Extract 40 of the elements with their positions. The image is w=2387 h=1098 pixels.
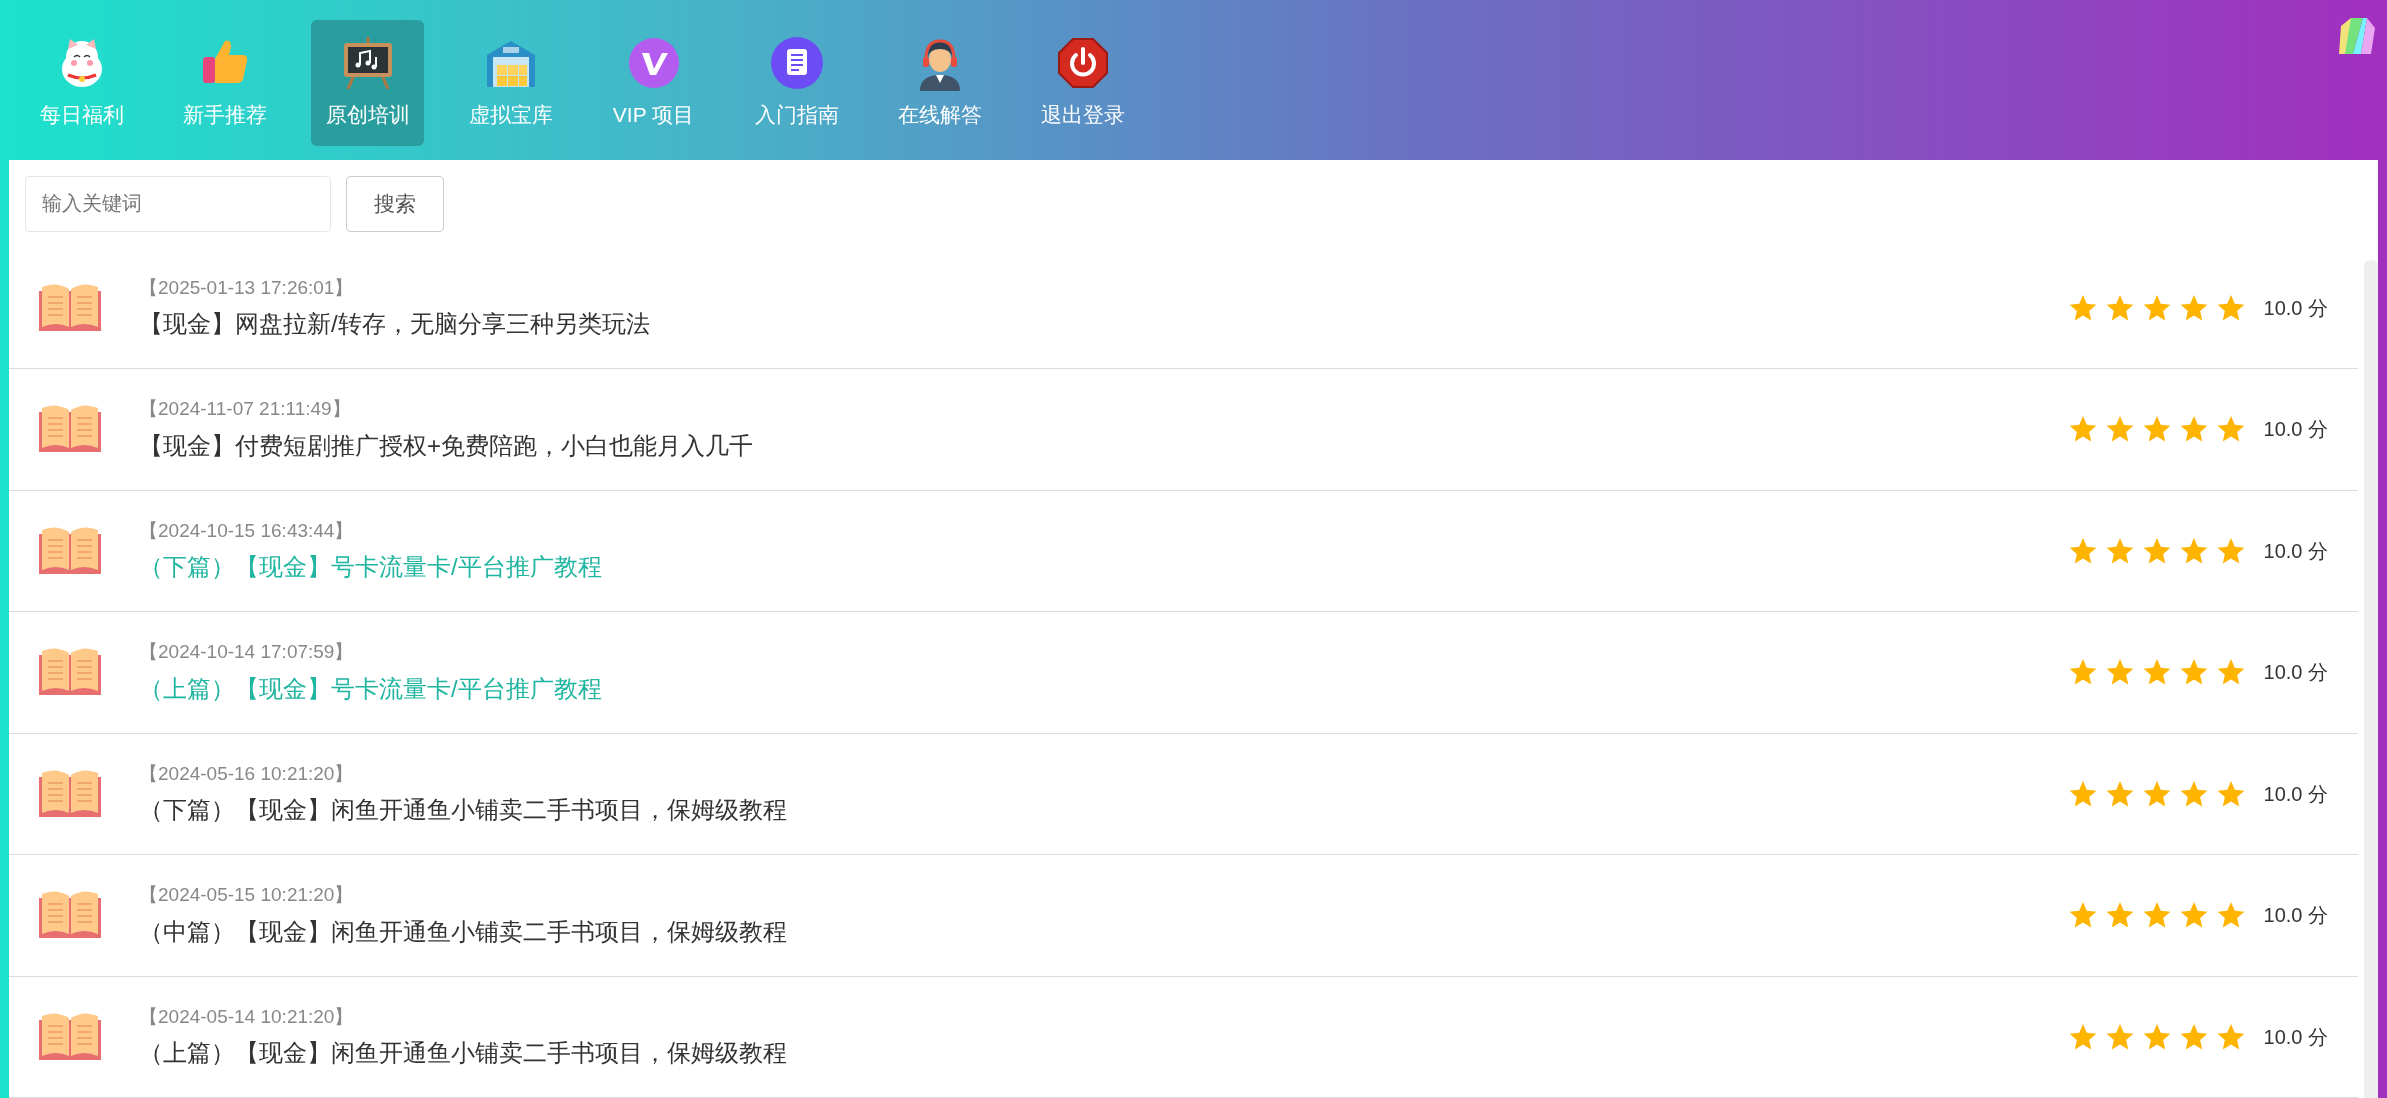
- open-book-icon: [39, 647, 101, 698]
- search-field[interactable]: 输入关键词: [25, 175, 331, 232]
- nav-item[interactable]: 在线解答: [883, 19, 996, 146]
- score-text: 10.0 分: [2263, 903, 2328, 929]
- nav-item[interactable]: VIP 项目: [597, 19, 710, 146]
- open-book-icon: [39, 1011, 101, 1062]
- article-date: 【2025-01-13 17:26:01】: [139, 275, 354, 300]
- article-date: 【2024-05-15 10:21:20】: [139, 883, 354, 907]
- nav-item[interactable]: 虚拟宝库: [454, 19, 567, 146]
- document-icon: [768, 35, 825, 91]
- score-text: 10.0 分: [2263, 660, 2328, 686]
- nav-item[interactable]: 入门指南: [740, 19, 853, 146]
- score-text: 10.0 分: [2263, 1024, 2328, 1050]
- article-title-link[interactable]: 【现金】付费短剧推广授权+免费陪跑，小白也能月入几千: [139, 427, 753, 464]
- open-book-icon: [39, 282, 101, 333]
- score-text: 10.0 分: [2263, 538, 2328, 564]
- score-text: 10.0 分: [2263, 417, 2328, 443]
- score-text: 10.0 分: [2263, 295, 2328, 321]
- search-button[interactable]: 搜索: [346, 175, 444, 232]
- article-title-link[interactable]: （上篇）【现金】闲鱼开通鱼小铺卖二手书项目，保姆级教程: [139, 1035, 787, 1071]
- open-book-icon: [39, 768, 101, 819]
- article-date: 【2024-05-14 10:21:20】: [139, 1004, 354, 1029]
- article-date: 【2024-10-14 17:07:59】: [139, 640, 354, 664]
- article-title-link[interactable]: 【现金】网盘拉新/转存，无脑分享三种另类玩法: [139, 306, 650, 342]
- nav-item[interactable]: 原创培训: [311, 19, 424, 146]
- score-text: 10.0 分: [2263, 781, 2328, 807]
- open-book-icon: [39, 525, 101, 576]
- nav-item[interactable]: 每日福利: [25, 19, 138, 146]
- nav-item[interactable]: 新手推荐: [168, 19, 281, 146]
- article-title-link[interactable]: （下篇）【现金】号卡流量卡/平台推广教程: [139, 549, 602, 585]
- article-date: 【2024-11-07 21:11:49】: [139, 397, 351, 421]
- article-title-link[interactable]: （上篇）【现金】号卡流量卡/平台推广教程: [139, 670, 602, 707]
- article-title-link[interactable]: （中篇）【现金】闲鱼开通鱼小铺卖二手书项目，保姆级教程: [139, 913, 787, 950]
- article-title-link[interactable]: （下篇）【现金】闲鱼开通鱼小铺卖二手书项目，保姆级教程: [139, 792, 787, 828]
- article-date: 【2024-10-15 16:43:44】: [139, 518, 354, 543]
- article-date: 【2024-05-16 10:21:20】: [139, 761, 354, 786]
- tshirt-icon[interactable]: [2337, 18, 2377, 54]
- nav-item[interactable]: 退出登录: [1026, 19, 1139, 146]
- open-book-icon: [39, 404, 101, 455]
- open-book-icon: [39, 890, 101, 941]
